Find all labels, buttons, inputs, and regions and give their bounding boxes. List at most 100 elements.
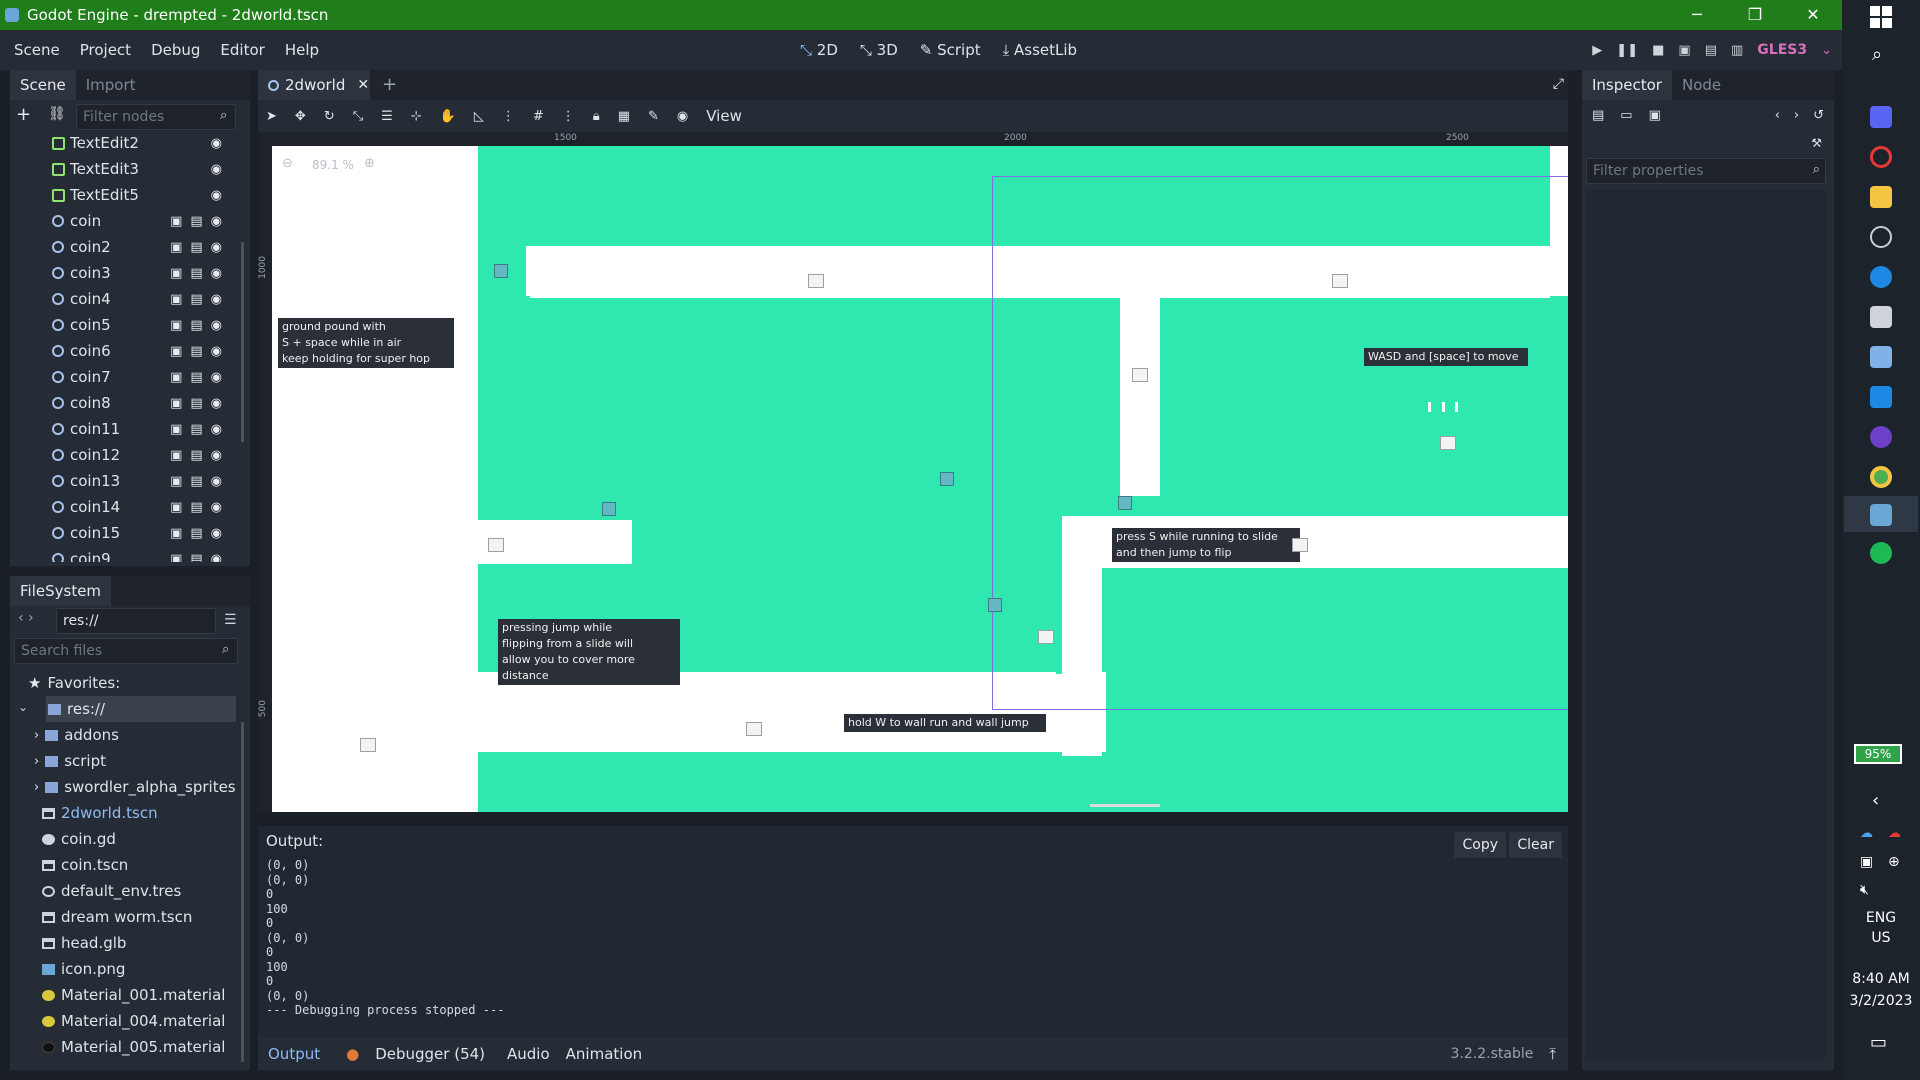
scene-node-coin13[interactable]: coin13 ▣ ▤ ◉ bbox=[10, 468, 240, 494]
script-icon[interactable]: ▤ bbox=[190, 214, 202, 229]
tab-debugger[interactable]: ● Debugger (54) bbox=[336, 1045, 491, 1063]
hint-label[interactable]: pressing jump while flipping from a slid… bbox=[498, 619, 680, 685]
grid-snap-icon[interactable]: # bbox=[533, 109, 544, 124]
battery-indicator[interactable]: 95% bbox=[1854, 744, 1902, 764]
node-gizmo[interactable] bbox=[1332, 274, 1348, 288]
canvas-viewport[interactable]: ⊖ 89.1 % ⊕ ground pound with S + space w… bbox=[272, 146, 1568, 812]
pause-icon[interactable]: ❚❚ bbox=[1616, 43, 1638, 58]
scene-node-textedit3[interactable]: TextEdit3 ◉ bbox=[10, 156, 240, 182]
github-icon[interactable] bbox=[1870, 426, 1892, 448]
eye-icon[interactable]: ◉ bbox=[211, 240, 222, 255]
scene-node-coin2[interactable]: coin2 ▣ ▤ ◉ bbox=[10, 234, 240, 260]
eye-icon[interactable]: ◉ bbox=[211, 474, 222, 489]
eye-icon[interactable]: ◉ bbox=[211, 266, 222, 281]
filesystem-scrollbar[interactable] bbox=[241, 722, 244, 1062]
clock[interactable]: 8:40 AM 3/2/2023 bbox=[1842, 968, 1920, 1012]
tab-inspector[interactable]: Inspector bbox=[1582, 70, 1672, 100]
instance-icon[interactable]: ▣ bbox=[170, 552, 182, 563]
node-gizmo[interactable] bbox=[1132, 368, 1148, 382]
tab-filesystem[interactable]: FileSystem bbox=[10, 576, 112, 606]
close-window-button[interactable]: ✕ bbox=[1784, 0, 1842, 30]
scroll-indicator[interactable] bbox=[1090, 804, 1160, 807]
script-icon[interactable]: ▤ bbox=[190, 292, 202, 307]
script-icon[interactable]: ▤ bbox=[190, 344, 202, 359]
rotate-tool-icon[interactable]: ↻ bbox=[324, 109, 335, 124]
scene-tab-2dworld[interactable]: 2dworld ✕ bbox=[258, 70, 370, 100]
smart-snap-icon[interactable]: ⋮ bbox=[502, 109, 515, 124]
eye-icon[interactable]: ◉ bbox=[211, 396, 222, 411]
scene-node-coin15[interactable]: coin15 ▣ ▤ ◉ bbox=[10, 520, 240, 546]
group-icon[interactable]: ▦ bbox=[618, 109, 630, 124]
scene-node-coin11[interactable]: coin11 ▣ ▤ ◉ bbox=[10, 416, 240, 442]
chevron-up-icon[interactable]: ‹ bbox=[1872, 790, 1879, 811]
fullscreen-icon[interactable]: ⤢ bbox=[1553, 76, 1564, 92]
photos-icon[interactable] bbox=[1870, 386, 1892, 408]
menu-project[interactable]: Project bbox=[80, 41, 131, 59]
file-item[interactable]: Material_004.material bbox=[10, 1008, 240, 1034]
chevron-right-icon[interactable]: › bbox=[34, 728, 39, 743]
file-item[interactable]: Material_001.material bbox=[10, 982, 240, 1008]
scene-node-coin4[interactable]: coin4 ▣ ▤ ◉ bbox=[10, 286, 240, 312]
play-icon[interactable]: ▶ bbox=[1592, 43, 1602, 58]
eye-icon[interactable]: ◉ bbox=[211, 188, 222, 203]
node-gizmo[interactable] bbox=[488, 538, 504, 552]
menu-scene[interactable]: Scene bbox=[14, 41, 60, 59]
expand-panel-icon[interactable]: ⤒ bbox=[1549, 1045, 1556, 1063]
filter-properties-input[interactable]: Filter properties bbox=[1586, 158, 1826, 184]
onedrive-icon[interactable]: ☁ bbox=[1860, 826, 1873, 841]
file-item[interactable]: default_env.tres bbox=[10, 878, 240, 904]
file-item[interactable]: 2dworld.tscn bbox=[10, 800, 240, 826]
eye-icon[interactable]: ◉ bbox=[211, 448, 222, 463]
workspace-3d[interactable]: ⤡ 3D bbox=[860, 41, 898, 59]
visibility-icon[interactable]: ◉ bbox=[677, 109, 688, 124]
script-icon[interactable]: ▤ bbox=[190, 370, 202, 385]
eye-icon[interactable]: ◉ bbox=[211, 162, 222, 177]
tools-icon[interactable]: ⚒ bbox=[1811, 136, 1822, 150]
scene-node-coin7[interactable]: coin7 ▣ ▤ ◉ bbox=[10, 364, 240, 390]
play-custom-icon[interactable]: ▤ bbox=[1705, 43, 1717, 58]
copy-button[interactable]: Copy bbox=[1454, 832, 1506, 858]
new-tab-icon[interactable]: + bbox=[382, 74, 397, 95]
movie-icon[interactable]: ▥ bbox=[1731, 43, 1743, 58]
tab-import[interactable]: Import bbox=[76, 70, 146, 100]
menu-debug[interactable]: Debug bbox=[151, 41, 200, 59]
file-explorer-icon[interactable] bbox=[1870, 186, 1892, 208]
file-item[interactable]: dream worm.tscn bbox=[10, 904, 240, 930]
script-icon[interactable]: ▤ bbox=[190, 240, 202, 255]
workspace-script[interactable]: ✎ Script bbox=[920, 41, 981, 59]
scene-node-coin3[interactable]: coin3 ▣ ▤ ◉ bbox=[10, 260, 240, 286]
history-forward-icon[interactable]: › bbox=[1794, 108, 1799, 123]
twitch-icon[interactable] bbox=[1870, 306, 1892, 328]
language-indicator[interactable]: ENG US bbox=[1842, 908, 1920, 948]
script-icon[interactable]: ▤ bbox=[190, 396, 202, 411]
instance-icon[interactable]: ▣ bbox=[170, 292, 182, 307]
hint-label[interactable]: WASD and [space] to move bbox=[1364, 348, 1528, 366]
menu-editor[interactable]: Editor bbox=[220, 41, 264, 59]
eye-icon[interactable]: ◉ bbox=[211, 370, 222, 385]
tab-scene[interactable]: Scene bbox=[10, 70, 76, 100]
script-icon[interactable]: ▤ bbox=[190, 500, 202, 515]
file-item[interactable]: Material_005.material bbox=[10, 1034, 240, 1060]
script-icon[interactable]: ▤ bbox=[190, 422, 202, 437]
node-gizmo[interactable] bbox=[1038, 630, 1054, 644]
notifications-icon[interactable]: ▭ bbox=[1870, 1032, 1887, 1053]
scene-node-coin12[interactable]: coin12 ▣ ▤ ◉ bbox=[10, 442, 240, 468]
path-field[interactable]: res:// bbox=[56, 608, 216, 634]
steam-icon[interactable] bbox=[1870, 266, 1892, 288]
history-icon[interactable]: ↺ bbox=[1813, 108, 1824, 123]
opera-icon[interactable] bbox=[1870, 146, 1892, 168]
coin-sprite[interactable] bbox=[940, 472, 954, 486]
cloud-error-icon[interactable]: ☁ bbox=[1888, 826, 1901, 841]
tab-output[interactable]: Output bbox=[268, 1045, 320, 1063]
discord-icon[interactable] bbox=[1870, 106, 1892, 128]
renderer-select[interactable]: GLES3 bbox=[1757, 42, 1807, 58]
chevron-down-icon[interactable]: ⌄ bbox=[18, 700, 28, 714]
stop-icon[interactable]: ■ bbox=[1652, 43, 1664, 58]
scene-node-textedit2[interactable]: TextEdit2 ◉ bbox=[10, 130, 240, 156]
hint-label[interactable]: hold W to wall run and wall jump bbox=[844, 714, 1046, 732]
pivot-icon[interactable]: ⊹ bbox=[411, 109, 422, 124]
list-select-icon[interactable]: ☰ bbox=[381, 109, 393, 124]
scene-tree-scrollbar[interactable] bbox=[241, 242, 244, 442]
eye-icon[interactable]: ◉ bbox=[211, 292, 222, 307]
bone-icon[interactable]: ✎ bbox=[648, 109, 659, 124]
